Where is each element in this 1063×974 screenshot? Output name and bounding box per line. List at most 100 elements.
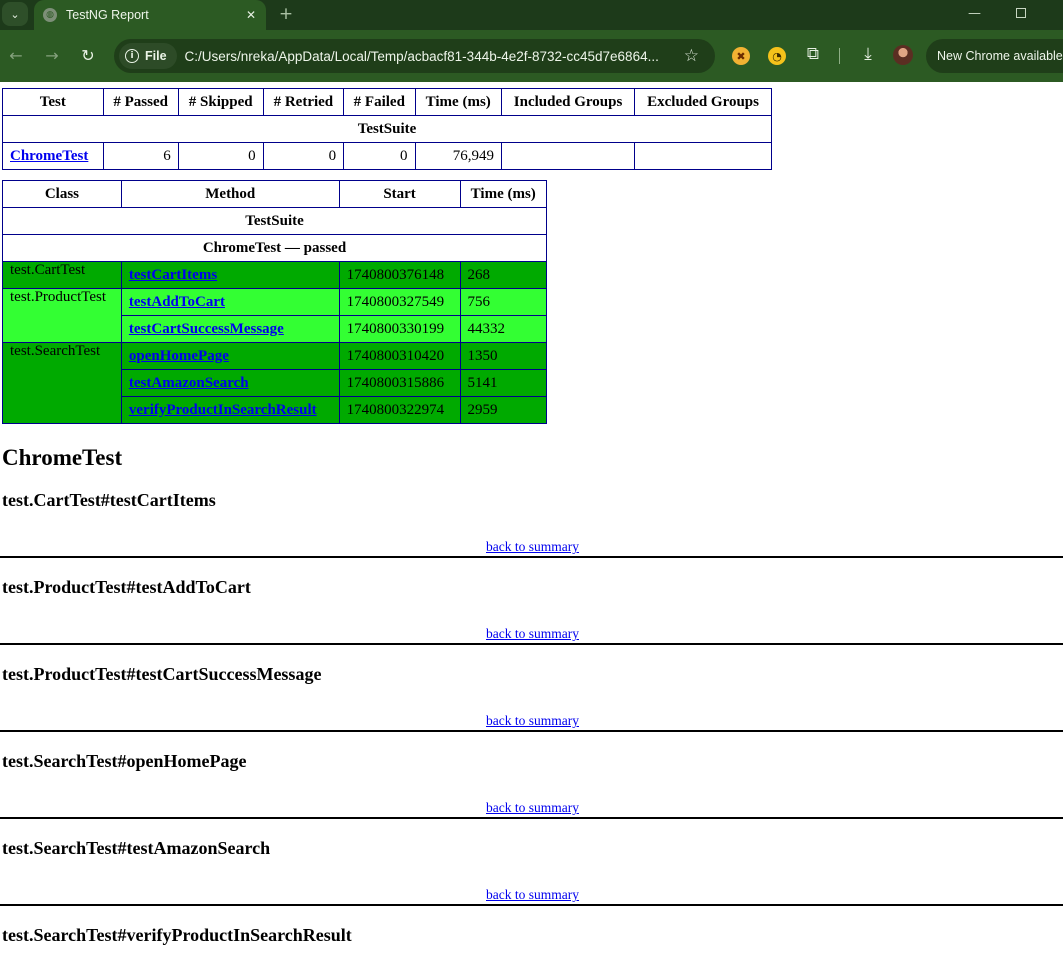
method-link[interactable]: testAddToCart [129,294,225,310]
method-heading: test.CartTest#testCartItems [2,490,216,510]
tab-testng-report[interactable]: ◍ TestNG Report ✕ [34,0,266,30]
suite-name: TestSuite [2,115,772,143]
method-link[interactable]: testCartItems [129,267,217,283]
start-cell: 1740800310420 [338,342,461,370]
methods-table: Class Method Start Time (ms) TestSuite C… [2,180,547,424]
plus-icon: + [278,4,294,24]
method-heading: test.SearchTest#verifyProductInSearchRes… [2,925,352,945]
arrow-left-icon[interactable]: ← [4,44,28,68]
back-to-summary-link[interactable]: back to summary [2,539,1063,555]
reload-icon[interactable]: ↻ [76,44,100,68]
summary-header-row: Test # Passed # Skipped # Retried # Fail… [2,88,772,116]
table-row: test.CartTest testCartItems 174080037614… [2,261,547,289]
arrow-right-icon[interactable]: → [40,44,64,68]
column-header: # Retried [262,88,345,116]
method-cell: testCartItems [120,261,340,289]
included-groups-cell [500,142,636,170]
column-header: Included Groups [500,88,636,116]
passed-cell: 6 [102,142,179,170]
class-cell: test.ProductTest [2,288,122,343]
start-cell: 1740800322974 [338,396,461,424]
test-status-row: ChromeTest — passed [2,234,547,262]
skipped-cell: 0 [177,142,264,170]
method-section: test.SearchTest#testAmazonSearch back to… [0,837,1063,906]
site-info-chip[interactable]: i File [119,43,177,69]
start-cell: 1740800327549 [338,288,461,316]
time-cell: 2959 [459,396,547,424]
method-cell: testAmazonSearch [120,369,340,397]
update-chrome-button[interactable]: New Chrome available [926,39,1063,73]
method-heading: test.SearchTest#testAmazonSearch [2,838,271,858]
column-header: # Passed [102,88,179,116]
time-cell: 5141 [459,369,547,397]
url-text[interactable]: C:/Users/nreka/AppData/Local/Temp/acbacf… [185,49,684,64]
back-to-summary-link[interactable]: back to summary [2,800,1063,816]
new-tab-button[interactable]: + [276,4,296,24]
column-header: Start [338,180,461,208]
time-cell: 44332 [459,315,547,343]
retried-cell: 0 [262,142,345,170]
info-icon: i [125,49,139,63]
method-section: test.ProductTest#testCartSuccessMessage … [0,663,1063,732]
test-status: ChromeTest — passed [2,234,547,262]
back-to-summary-link[interactable]: back to summary [2,626,1063,642]
start-cell: 1740800376148 [338,261,461,289]
browser-toolbar: ← → ↻ i File C:/Users/nreka/AppData/Loca… [0,30,1063,82]
column-header: Method [120,180,340,208]
suite-row: TestSuite [2,115,772,143]
method-section: test.CartTest#testCartItems back to summ… [0,489,1063,558]
methods-header-row: Class Method Start Time (ms) [2,180,547,208]
address-bar[interactable]: i File C:/Users/nreka/AppData/Local/Temp… [114,39,715,73]
method-link[interactable]: openHomePage [129,348,229,364]
toolbar-divider [839,48,840,64]
tab-title: TestNG Report [66,8,149,22]
section-divider [0,817,1063,819]
method-link[interactable]: testCartSuccessMessage [129,321,284,337]
suite-name: TestSuite [2,207,547,235]
time-cell: 1350 [459,342,547,370]
avatar[interactable] [893,45,913,65]
class-cell: test.SearchTest [2,342,122,424]
test-name-cell: ChromeTest [2,142,104,170]
star-icon[interactable]: ☆ [684,46,699,66]
method-cell: testAddToCart [120,288,340,316]
time-cell: 268 [459,261,547,289]
table-row: ChromeTest 6 0 0 0 76,949 [2,142,772,170]
summary-table: Test # Passed # Skipped # Retried # Fail… [2,88,772,170]
tab-strip: ⌄ ◍ TestNG Report ✕ + — [0,0,1063,30]
report-content: Test # Passed # Skipped # Retried # Fail… [0,88,1063,946]
close-icon[interactable]: ✕ [246,8,256,22]
test-link[interactable]: ChromeTest [10,148,88,164]
method-section: test.SearchTest#openHomePage back to sum… [0,750,1063,819]
section-divider [0,904,1063,906]
puzzle-icon[interactable]: ⧉ [803,44,823,66]
back-to-summary-link[interactable]: back to summary [2,887,1063,903]
section-divider [0,730,1063,732]
column-header: Time (ms) [459,180,547,208]
method-heading: test.ProductTest#testCartSuccessMessage [2,664,322,684]
time-cell: 76,949 [414,142,502,170]
method-link[interactable]: verifyProductInSearchResult [129,402,317,418]
extension-icon[interactable]: ◔ [768,47,786,65]
suite-row: TestSuite [2,207,547,235]
column-header: Test [2,88,104,116]
class-cell: test.CartTest [2,261,122,289]
column-header: Class [2,180,122,208]
column-header: # Failed [343,88,416,116]
download-icon[interactable]: ⤓ [858,44,878,66]
extension-icon[interactable]: ✖ [732,47,750,65]
section-divider [0,556,1063,558]
column-header: Time (ms) [414,88,502,116]
maximize-icon[interactable] [1016,8,1026,18]
minimize-icon[interactable]: — [968,6,981,21]
method-heading: test.SearchTest#openHomePage [2,751,247,771]
method-cell: testCartSuccessMessage [120,315,340,343]
chevron-down-icon: ⌄ [10,7,20,21]
tab-search-button[interactable]: ⌄ [2,2,28,26]
section-divider [0,643,1063,645]
back-to-summary-link[interactable]: back to summary [2,713,1063,729]
site-chip-label: File [145,49,167,63]
method-link[interactable]: testAmazonSearch [129,375,249,391]
table-row: test.ProductTest testAddToCart 174080032… [2,288,547,343]
method-cell: openHomePage [120,342,340,370]
